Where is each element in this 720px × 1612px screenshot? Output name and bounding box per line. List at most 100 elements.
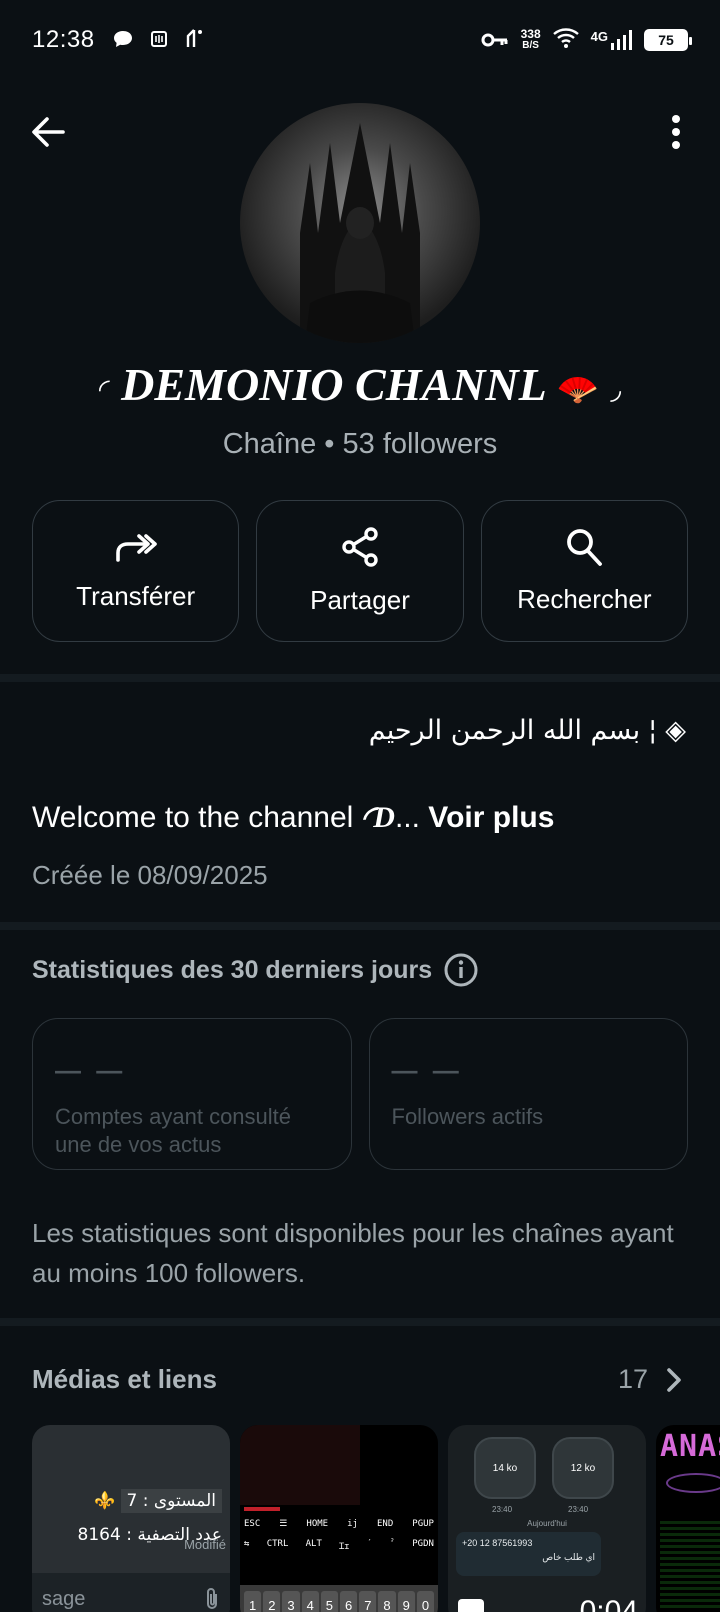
message-preview: +20 12 87561993 اي طلب خاص — [456, 1532, 601, 1576]
section-divider — [0, 674, 720, 682]
stats-note: Les statistiques sont disponibles pour l… — [32, 1218, 674, 1288]
chat-bubble-icon — [113, 27, 133, 54]
key: ij — [347, 1519, 358, 1529]
cell-signal-icon: 4G — [591, 29, 632, 51]
search-icon — [567, 528, 603, 566]
nfc-icon — [150, 27, 167, 54]
name-right-deco: ◞ — [610, 374, 622, 406]
status-bar: 12:38 338 B/S 4G 75 — [0, 0, 720, 80]
key: PGDN — [412, 1539, 434, 1549]
stat-label: Followers actifs — [391, 1104, 544, 1129]
more-options-button[interactable] — [654, 110, 698, 154]
search-button[interactable]: Rechercher — [480, 500, 688, 642]
stat-card-viewers: — — Comptes ayant consulté une de vos ac… — [32, 1018, 352, 1170]
num-key: 1 — [244, 1591, 262, 1612]
more-vertical-icon — [672, 115, 680, 149]
key: Ɪɪ — [339, 1542, 350, 1552]
today-label: Aujourd'hui — [527, 1519, 567, 1528]
stats-cards: — — Comptes ayant consulté une de vos ac… — [32, 1018, 688, 1170]
thumb1-line1: المستوى : 7 — [120, 1489, 222, 1513]
stat-value: — — — [55, 1055, 127, 1085]
share-label: Partager — [310, 584, 410, 615]
thumb2-keys-row1: ESC ☰ HOME ij END PGUP — [244, 1519, 434, 1529]
key: ☰ — [279, 1519, 288, 1529]
arrow-left-icon — [32, 117, 65, 147]
battery-icon: 75 — [644, 29, 692, 51]
num-key: 2 — [263, 1591, 281, 1612]
planet-ring — [666, 1473, 720, 1493]
file-bubble: 14 ko — [474, 1437, 536, 1499]
num-key: 4 — [301, 1591, 319, 1612]
key: ESC — [244, 1519, 261, 1529]
forward-icon — [115, 533, 157, 562]
back-button[interactable] — [26, 110, 70, 154]
num-key: 3 — [282, 1591, 300, 1612]
network-speed: 338 B/S — [520, 27, 541, 51]
terminal-area — [240, 1425, 360, 1505]
key: ⇆ — [244, 1539, 250, 1549]
key: PGUP — [412, 1519, 434, 1529]
description-text: Welcome to the channel ◜D... Voir plus — [32, 800, 554, 835]
num-key: 6 — [340, 1591, 358, 1612]
channel-name: ◜ DEMONIO CHANNL 🪭 ◞ — [0, 358, 720, 411]
diamond-icon: ◈ — [665, 715, 686, 746]
see-more-link[interactable]: Voir plus — [428, 801, 554, 834]
stat-value: — — — [391, 1055, 463, 1085]
info-icon[interactable] — [444, 953, 478, 987]
terminal-lines — [660, 1521, 720, 1611]
action-buttons: Transférer Partager Rechercher — [32, 500, 688, 642]
bubble-time: 23:40 — [568, 1505, 589, 1514]
thumb4-logo: ANAS — [660, 1429, 720, 1464]
created-date: Créée le 08/09/2025 — [32, 860, 268, 890]
num-key: 0 — [416, 1591, 435, 1612]
channel-avatar[interactable] — [240, 103, 480, 343]
media-title: Médias et liens — [32, 1364, 217, 1394]
arabic-bar: ¦ — [648, 715, 658, 746]
media-thumb-2[interactable]: ESC ☰ HOME ij END PGUP ⇆ CTRL ALT Ɪɪ ˊ ˀ… — [240, 1425, 438, 1612]
thumb1-input: sage — [32, 1573, 230, 1612]
media-thumb-4[interactable]: ANAS — [656, 1425, 720, 1612]
media-header[interactable]: Médias et liens 17 — [32, 1364, 682, 1395]
network-type: 4G — [590, 29, 608, 44]
key: END — [377, 1519, 394, 1529]
arabic-text: بسم الله الرحمن الرحيم — [368, 715, 641, 746]
speed-value: 338 — [520, 27, 541, 41]
welcome-italic: ◜D — [361, 801, 395, 834]
channel-name-text: DEMONIO CHANNL — [121, 359, 545, 410]
media-thumbnails: المستوى : 7 ⚜️ عدد التصفية : 8164 Modifi… — [32, 1425, 720, 1612]
key-icon — [481, 27, 509, 54]
paperclip-icon — [207, 1588, 217, 1609]
key: ALT — [305, 1539, 322, 1549]
thumb2-number-row: 1 2 3 4 5 6 7 8 9 0 — [240, 1585, 438, 1612]
speed-unit: B/S — [522, 40, 539, 51]
num-key: 9 — [397, 1591, 415, 1612]
name-left-deco: ◜ — [98, 374, 110, 406]
forward-button[interactable]: Transférer — [32, 500, 240, 642]
share-button[interactable]: Partager — [256, 500, 464, 642]
status-time: 12:38 — [32, 26, 95, 53]
video-icon — [458, 1599, 484, 1612]
key: ˊ — [366, 1539, 373, 1549]
channel-subtitle: Chaîne • 53 followers — [222, 428, 498, 460]
video-duration: 0:04 — [579, 1595, 638, 1612]
ellipsis: ... — [394, 801, 420, 834]
thumb1-input-text: sage — [42, 1587, 86, 1610]
fleur-emoji: ⚜️ — [93, 1491, 116, 1511]
media-thumb-1[interactable]: المستوى : 7 ⚜️ عدد التصفية : 8164 Modifi… — [32, 1425, 230, 1612]
media-thumb-3[interactable]: 14 ko 12 ko 23:40 23:40 Aujourd'hui +20 … — [448, 1425, 646, 1612]
description-arabic-line: ◈ ¦ بسم الله الرحمن الرحيم — [369, 715, 686, 746]
num-key: 5 — [320, 1591, 339, 1612]
share-icon — [342, 526, 378, 567]
message-phone: +20 12 87561993 — [462, 1538, 533, 1548]
stat-label: Comptes ayant consulté une de vos actus — [55, 1104, 292, 1157]
section-divider — [0, 922, 720, 930]
chevron-right-icon — [667, 1367, 681, 1392]
thumb2-keys-row2: ⇆ CTRL ALT Ɪɪ ˊ ˀ PGDN — [244, 1539, 434, 1552]
num-key: 7 — [359, 1591, 377, 1612]
stats-title: Statistiques des 30 derniers jours — [32, 953, 478, 987]
section-divider — [0, 1318, 720, 1326]
key: ˀ — [389, 1539, 395, 1549]
welcome-text: Welcome to the channel — [32, 801, 354, 834]
bubble-time: 23:40 — [492, 1505, 513, 1514]
num-key: 8 — [378, 1591, 396, 1612]
